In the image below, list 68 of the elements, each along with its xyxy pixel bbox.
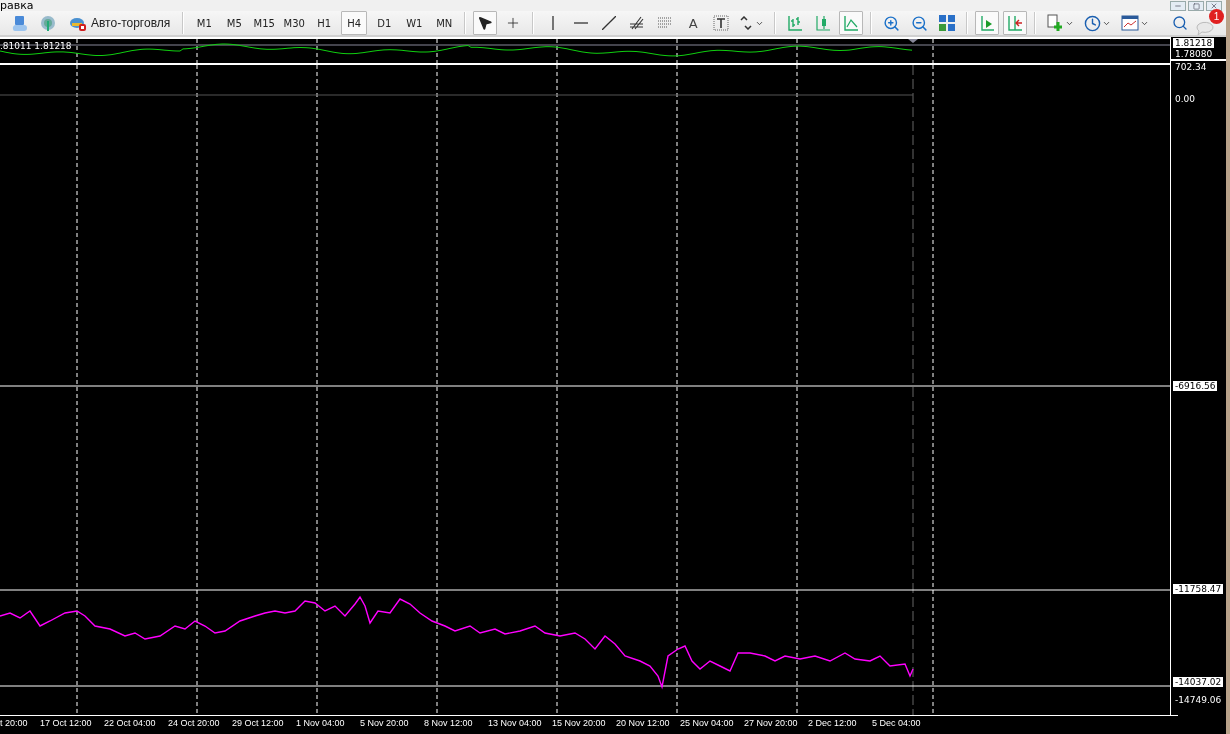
- close-icon: [1210, 2, 1218, 10]
- autoscroll-button[interactable]: [975, 11, 1000, 35]
- timeframe-button[interactable]: MN: [431, 11, 458, 35]
- time-label: 15 Nov 20:00: [552, 718, 606, 728]
- time-label: 29 Oct 12:00: [232, 718, 284, 728]
- indicator-legend: .81011 1.81218: [0, 41, 72, 51]
- autoscroll-icon: [979, 15, 996, 31]
- diagonal-line-icon: [602, 16, 617, 30]
- timeframe-button[interactable]: M1: [191, 11, 218, 35]
- cursor-button[interactable]: [473, 11, 498, 35]
- dotted-lines-icon: [657, 16, 674, 30]
- price-label: -14749.06: [1174, 695, 1223, 706]
- clock-icon: [1084, 14, 1102, 32]
- antenna-icon: [39, 14, 57, 32]
- time-label: 13 Nov 04:00: [488, 718, 542, 728]
- timeframe-button[interactable]: M15: [251, 11, 278, 35]
- time-label: 5 Nov 20:00: [360, 718, 409, 728]
- time-label: 25 Nov 04:00: [680, 718, 734, 728]
- time-label: 24 Oct 20:00: [168, 718, 220, 728]
- menu-item[interactable]: равка: [0, 0, 34, 11]
- auto-trading-button[interactable]: Авто-торговля: [64, 11, 176, 35]
- price-label: 0.00: [1174, 93, 1197, 104]
- cloud-computer-icon: [11, 14, 29, 32]
- zoom-out-icon: [910, 14, 928, 32]
- time-label: 5 Dec 04:00: [872, 718, 921, 728]
- vertical-line-icon: [551, 16, 556, 30]
- text-tool-button[interactable]: A: [681, 11, 706, 35]
- candlestick-icon: [815, 15, 832, 31]
- timeframe-button[interactable]: D1: [371, 11, 398, 35]
- shift-button[interactable]: [1003, 11, 1028, 35]
- restore-icon: [1192, 2, 1200, 10]
- line-chart-button[interactable]: [839, 11, 864, 35]
- time-label: t 20:00: [0, 718, 28, 728]
- price-label: 702.34: [1174, 62, 1208, 72]
- speech-bubble-icon: [1196, 21, 1214, 35]
- price-label: -6916.56: [1173, 381, 1218, 392]
- zoom-in-icon: [882, 14, 900, 32]
- timeframe-button[interactable]: H1: [311, 11, 338, 35]
- time-label: 1 Nov 04:00: [296, 718, 345, 728]
- arrows-icon: [740, 16, 755, 30]
- timeframe-button[interactable]: M30: [281, 11, 308, 35]
- chart-window-icon: [1121, 15, 1140, 31]
- horizontal-line-icon: [574, 21, 589, 25]
- time-label: 8 Nov 12:00: [424, 718, 473, 728]
- timeframe-button[interactable]: W1: [401, 11, 428, 35]
- timeframe-button[interactable]: H4: [341, 11, 368, 35]
- time-label: 20 Nov 12:00: [616, 718, 670, 728]
- time-label: 2 Dec 12:00: [808, 718, 857, 728]
- line-chart-icon: [843, 15, 860, 31]
- minimize-icon: [1174, 2, 1182, 10]
- cursor-icon: [477, 15, 494, 31]
- tiles-icon: [939, 15, 956, 31]
- price-label: -11758.47: [1173, 583, 1224, 594]
- price-label: -14037.02: [1173, 677, 1224, 687]
- time-label: 22 Oct 04:00: [104, 718, 156, 728]
- price-label: 1.81218: [1173, 38, 1215, 48]
- search-icon: [1172, 15, 1188, 31]
- channel-icon: [629, 15, 646, 31]
- chart-shift-icon: [1007, 15, 1024, 31]
- document-plus-icon: [1046, 14, 1065, 32]
- notification-badge: 1: [1209, 9, 1224, 24]
- time-label: 27 Nov 20:00: [744, 718, 798, 728]
- price-label: 1.78080: [1174, 49, 1214, 59]
- bar-chart-icon: [787, 15, 804, 31]
- text-frame-icon: [713, 15, 730, 31]
- notifications-button[interactable]: 1: [1196, 11, 1222, 35]
- timeframe-button[interactable]: M5: [221, 11, 248, 35]
- time-label: 17 Oct 12:00: [40, 718, 92, 728]
